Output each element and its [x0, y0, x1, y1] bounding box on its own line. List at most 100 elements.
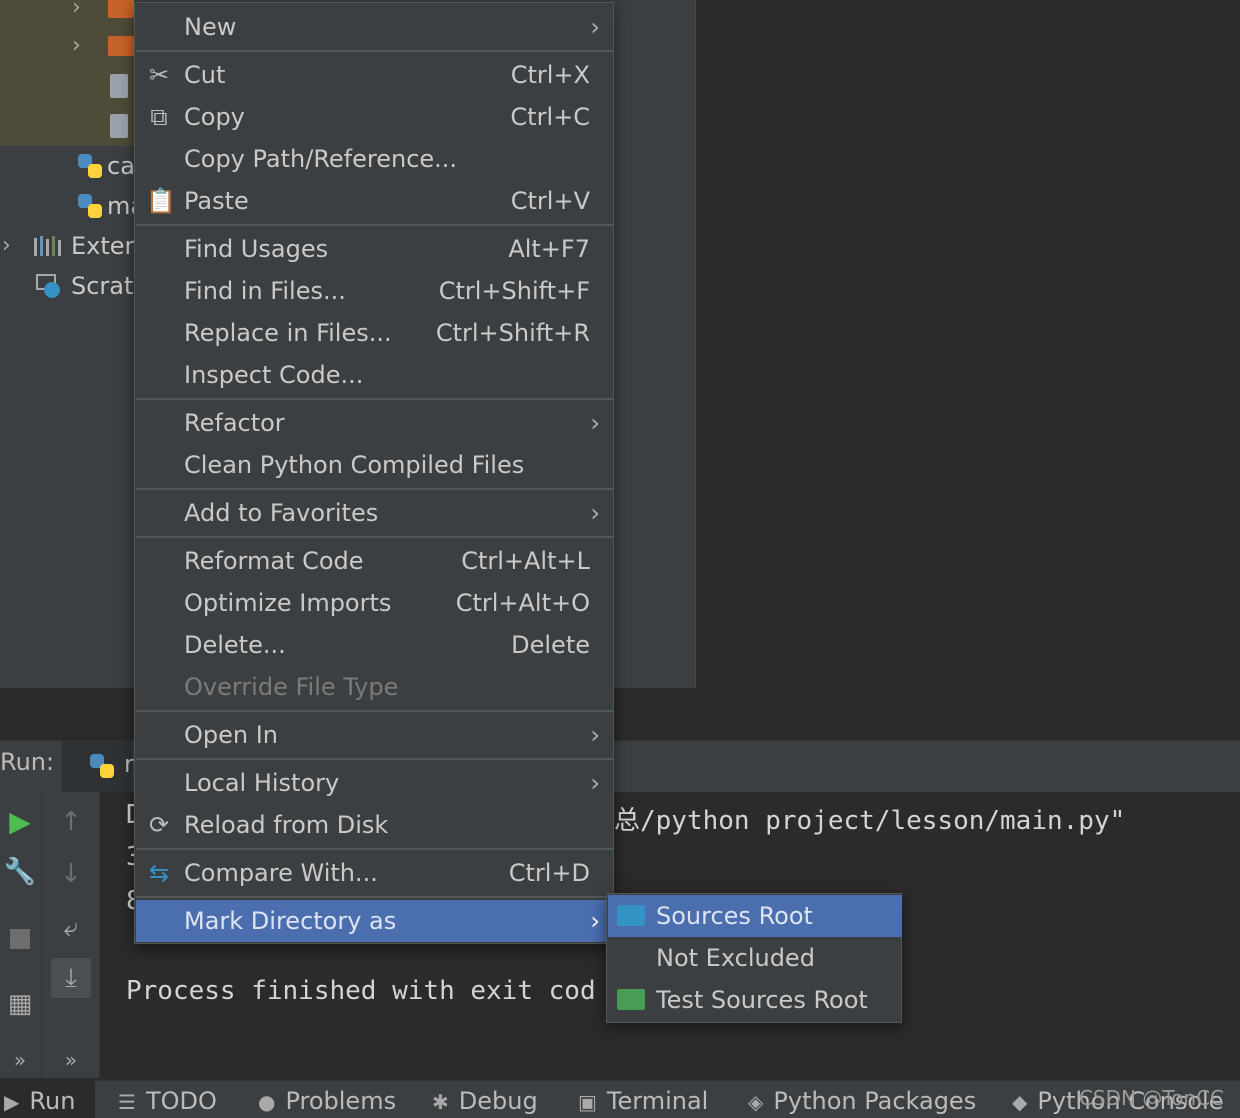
- tree-row-scratches[interactable]: Scratc: [0, 266, 147, 306]
- folder-icon: [617, 989, 645, 1010]
- run-window-title: Run:: [0, 748, 55, 776]
- library-icon: [34, 236, 64, 256]
- scratches-icon: [36, 274, 60, 298]
- soft-wrap-icon[interactable]: ⤶: [51, 908, 91, 948]
- python-icon: [90, 754, 114, 778]
- layers-icon: ◈: [748, 1090, 764, 1114]
- menu-item-local-history[interactable]: Local History ›: [136, 762, 614, 804]
- bug-icon: ✱: [432, 1090, 449, 1114]
- console-line-path: 总/python project/lesson/main.py": [614, 806, 1126, 836]
- python-file-icon: [78, 194, 102, 218]
- bottom-tab-debug[interactable]: ✱ Debug: [432, 1084, 538, 1118]
- chevron-right-icon: ›: [590, 769, 600, 797]
- warning-circle-icon: ●: [258, 1090, 276, 1114]
- tree-row-lib[interactable]: ›: [0, 0, 134, 28]
- tree-row-external-libraries[interactable]: › Exterr: [0, 226, 144, 266]
- separator: [136, 488, 614, 490]
- menu-item-reformat-code[interactable]: Reformat Code Ctrl+Alt+L: [136, 540, 614, 582]
- rerun-icon[interactable]: ▶: [0, 802, 40, 842]
- wrench-icon[interactable]: 🔧: [0, 852, 40, 892]
- menu-item-override-file-type: Override File Type: [184, 673, 399, 701]
- stop-icon[interactable]: [0, 918, 40, 958]
- folder-icon: [108, 0, 134, 18]
- folder-icon: [108, 36, 134, 56]
- tree-row-python-file[interactable]: ca: [0, 146, 135, 186]
- scissors-icon: ✂: [148, 61, 170, 89]
- chevron-right-icon: ›: [590, 721, 600, 749]
- menu-item-reload-from-disk[interactable]: ⟳ Reload from Disk: [136, 804, 614, 846]
- chevron-right-icon: ›: [590, 499, 600, 527]
- run-toolbar-left: ▶ 🔧 ▦ »: [0, 792, 42, 1078]
- separator: [136, 224, 614, 226]
- more-icon[interactable]: »: [0, 1040, 40, 1080]
- bottom-tab-problems[interactable]: ● Problems: [258, 1084, 396, 1118]
- menu-item-add-to-favorites[interactable]: Add to Favorites ›: [136, 492, 614, 534]
- copy-icon: ⧉: [150, 103, 168, 131]
- menu-item-optimize-imports[interactable]: Optimize Imports Ctrl+Alt+O: [136, 582, 614, 624]
- play-icon: ▶: [4, 1090, 20, 1114]
- bottom-tab-terminal[interactable]: ▣ Terminal: [578, 1084, 708, 1118]
- bottom-tab-todo[interactable]: ☰ TODO: [118, 1084, 217, 1118]
- menu-item-replace-in-files[interactable]: Replace in Files... Ctrl+Shift+R: [136, 312, 614, 354]
- menu-item-find-usages[interactable]: Find Usages Alt+F7: [136, 228, 614, 270]
- compare-icon: ⇆: [148, 859, 170, 887]
- chevron-right-icon[interactable]: ›: [72, 0, 81, 28]
- submenu-item-sources-root[interactable]: Sources Root: [608, 895, 902, 937]
- chevron-right-icon: ›: [590, 907, 600, 935]
- arrow-up-icon[interactable]: ↑: [51, 802, 91, 842]
- separator: [136, 710, 614, 712]
- bottom-tab-python-packages[interactable]: ◈ Python Packages: [748, 1084, 976, 1118]
- menu-item-copy[interactable]: ⧉ Copy Ctrl+C: [136, 96, 614, 138]
- separator: [136, 758, 614, 760]
- file-excluded-icon: [110, 74, 128, 98]
- submenu-item-test-sources-root[interactable]: Test Sources Root: [608, 979, 902, 1021]
- console-line-process-finished: Process finished with exit cod: [126, 976, 596, 1006]
- chevron-right-icon[interactable]: ›: [2, 226, 11, 266]
- menu-item-refactor[interactable]: Refactor ›: [136, 402, 614, 444]
- run-toolbar-right: ↑ ↓ ⤶ ⤓ »: [42, 792, 100, 1078]
- chevron-right-icon[interactable]: ›: [72, 26, 81, 66]
- menu-item-paste[interactable]: 📋 Paste Ctrl+V: [136, 180, 614, 222]
- menu-item-compare-with[interactable]: ⇆ Compare With... Ctrl+D: [136, 852, 614, 894]
- scroll-to-end-icon[interactable]: ⤓: [51, 958, 91, 998]
- tree-row-file[interactable]: [0, 106, 134, 146]
- menu-item-open-in[interactable]: Open In ›: [136, 714, 614, 756]
- python-icon: ◆: [1012, 1090, 1028, 1114]
- menu-item-clean-python-compiled[interactable]: Clean Python Compiled Files: [136, 444, 614, 486]
- tree-row-folder[interactable]: ›: [0, 26, 134, 66]
- clipboard-icon: 📋: [146, 187, 176, 215]
- separator: [136, 536, 614, 538]
- menu-item-cut[interactable]: ✂ Cut Ctrl+X: [136, 54, 614, 96]
- menu-item-inspect-code[interactable]: Inspect Code...: [136, 354, 614, 396]
- context-menu: New › ✂ Cut Ctrl+X ⧉ Copy Ctrl+C Copy Pa…: [134, 2, 614, 944]
- watermark: CSDN @TonCC: [1078, 1086, 1224, 1110]
- folder-icon: [617, 905, 645, 926]
- menu-item-new[interactable]: New ›: [136, 6, 614, 48]
- separator: [136, 896, 614, 898]
- submenu-item-not-excluded[interactable]: Not Excluded: [608, 937, 902, 979]
- arrow-down-icon[interactable]: ↓: [51, 854, 91, 894]
- layout-icon[interactable]: ▦: [0, 984, 40, 1024]
- menu-item-find-in-files[interactable]: Find in Files... Ctrl+Shift+F: [136, 270, 614, 312]
- menu-item-copy-path[interactable]: Copy Path/Reference...: [136, 138, 614, 180]
- tree-row-python-file[interactable]: ma: [0, 186, 145, 226]
- bottom-tab-run[interactable]: ▶ Run: [4, 1084, 75, 1118]
- tree-row-file[interactable]: [0, 66, 134, 106]
- run-tab-label: r: [124, 750, 134, 778]
- separator: [136, 50, 614, 52]
- more-icon[interactable]: »: [51, 1040, 91, 1080]
- tree-item-label: Exterr: [71, 232, 144, 260]
- editor-pane[interactable]: [695, 0, 1240, 688]
- chevron-right-icon: ›: [590, 13, 600, 41]
- separator: [136, 398, 614, 400]
- run-tab[interactable]: r: [62, 740, 134, 792]
- list-icon: ☰: [118, 1090, 136, 1114]
- reload-icon: ⟳: [148, 811, 170, 839]
- menu-item-mark-directory-as[interactable]: Mark Directory as ›: [136, 900, 614, 942]
- tree-item-label: ca: [107, 152, 135, 180]
- mark-directory-submenu: Sources Root Not Excluded Test Sources R…: [606, 893, 902, 1023]
- python-file-icon: [78, 154, 102, 178]
- file-text-icon: [110, 114, 128, 138]
- menu-item-delete[interactable]: Delete... Delete: [136, 624, 614, 666]
- separator: [136, 848, 614, 850]
